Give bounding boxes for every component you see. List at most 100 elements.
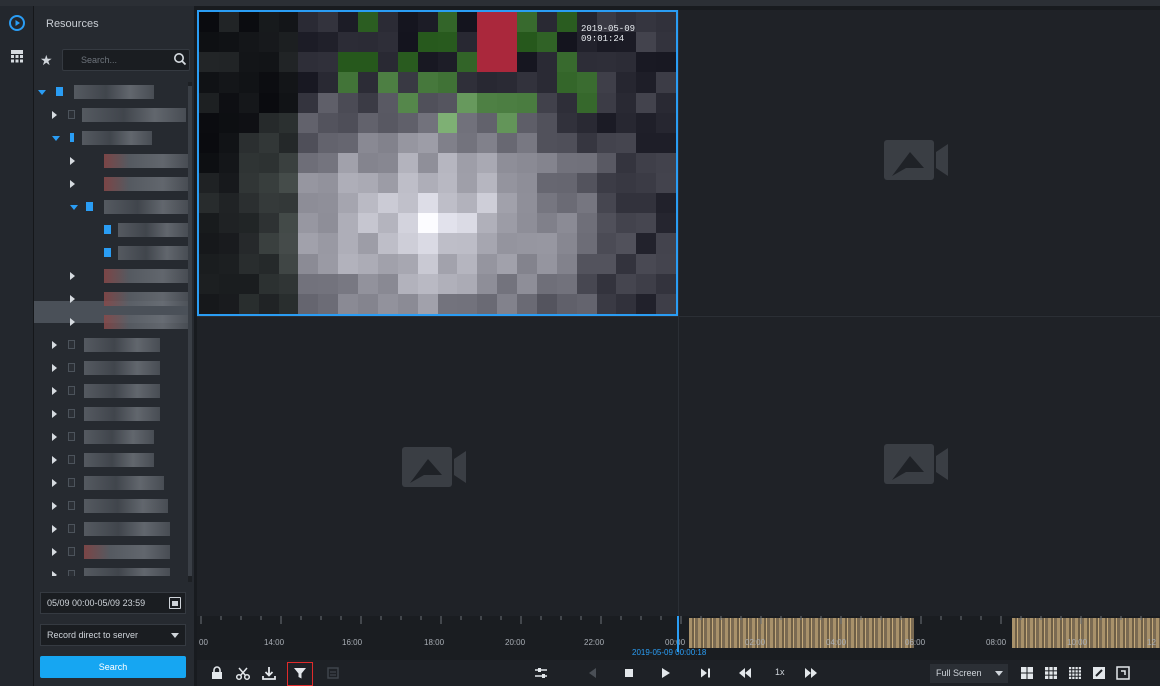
expand-icon[interactable]	[52, 571, 57, 576]
tree-node[interactable]	[34, 243, 190, 263]
node-checkbox[interactable]	[68, 409, 75, 418]
node-checkbox[interactable]	[104, 225, 111, 234]
expand-icon[interactable]	[70, 318, 75, 326]
expand-icon[interactable]	[70, 272, 75, 280]
node-label-blurred	[84, 407, 160, 421]
record-source-select[interactable]: Record direct to server	[40, 624, 186, 646]
speed-label[interactable]: 1x	[775, 667, 785, 677]
timeline-cursor[interactable]	[677, 616, 679, 652]
video-window-4[interactable]	[679, 316, 1160, 616]
tree-node[interactable]	[34, 496, 190, 516]
expand-icon[interactable]	[52, 479, 57, 487]
node-checkbox[interactable]	[68, 386, 75, 395]
expand-icon[interactable]	[52, 410, 57, 418]
tree-node[interactable]	[34, 220, 190, 240]
layout-16-icon[interactable]	[1067, 665, 1083, 681]
tree-node[interactable]	[34, 312, 190, 332]
video-window-3[interactable]	[197, 317, 678, 616]
node-checkbox[interactable]	[56, 87, 63, 96]
layout-9-icon[interactable]	[1043, 665, 1059, 681]
star-icon[interactable]: ★	[40, 51, 53, 69]
node-checkbox[interactable]	[68, 501, 75, 510]
playback-timeline[interactable]: 00 14:00 16:00 18:00 20:00 22:00 00:00 0…	[197, 616, 1160, 660]
expand-icon[interactable]	[52, 341, 57, 349]
grid-icon[interactable]	[8, 48, 26, 66]
expand-icon[interactable]	[52, 433, 57, 441]
device-tree[interactable]	[34, 82, 190, 576]
fast-icon[interactable]	[803, 665, 819, 681]
tree-node[interactable]	[34, 519, 190, 539]
node-checkbox[interactable]	[68, 570, 75, 576]
tree-node[interactable]	[34, 82, 190, 102]
node-checkbox[interactable]	[68, 110, 75, 119]
node-checkbox[interactable]	[68, 455, 75, 464]
node-checkbox[interactable]	[68, 432, 75, 441]
download-icon[interactable]	[261, 665, 277, 681]
expand-icon[interactable]	[70, 295, 75, 303]
tree-node[interactable]	[34, 358, 190, 378]
camera-placeholder-icon	[884, 138, 950, 184]
tree-node[interactable]	[34, 105, 190, 125]
video-window-2[interactable]	[679, 10, 1160, 315]
lock-icon[interactable]	[209, 665, 225, 681]
expand-icon[interactable]	[38, 90, 46, 95]
expand-icon[interactable]	[52, 387, 57, 395]
expand-icon[interactable]	[52, 548, 57, 556]
tree-node[interactable]	[34, 473, 190, 493]
timeline-label: 22:00	[584, 638, 605, 647]
tree-node[interactable]	[34, 565, 190, 576]
search-button[interactable]: Search	[40, 656, 186, 678]
tree-node[interactable]	[34, 542, 190, 562]
node-checkbox[interactable]	[68, 524, 75, 533]
expand-icon[interactable]	[70, 205, 78, 210]
node-checkbox[interactable]	[70, 133, 74, 142]
tree-node[interactable]	[34, 266, 190, 286]
node-checkbox[interactable]	[104, 248, 111, 257]
node-checkbox[interactable]	[68, 478, 75, 487]
custom-layout-icon[interactable]	[1091, 665, 1107, 681]
expand-icon[interactable]	[52, 525, 57, 533]
tree-node[interactable]	[34, 427, 190, 447]
tree-node[interactable]	[34, 335, 190, 355]
timeline-label: 14:00	[264, 638, 285, 647]
search-icon[interactable]	[173, 52, 187, 71]
tree-node[interactable]	[34, 381, 190, 401]
date-range-field[interactable]: 05/09 00:00-05/09 23:59	[40, 592, 186, 614]
slow-icon[interactable]	[737, 665, 753, 681]
next-frame-icon[interactable]	[697, 665, 713, 681]
tree-node[interactable]	[34, 174, 190, 194]
stop-icon[interactable]	[621, 665, 637, 681]
tree-node[interactable]	[34, 450, 190, 470]
expand-icon[interactable]	[70, 157, 75, 165]
timeline-label: 16:00	[342, 638, 363, 647]
filter-icon[interactable]	[292, 665, 308, 681]
expand-icon[interactable]	[52, 136, 60, 141]
search-input[interactable]: Search...	[62, 49, 190, 71]
node-checkbox[interactable]	[68, 547, 75, 556]
node-checkbox[interactable]	[86, 202, 93, 211]
tree-node[interactable]	[34, 289, 190, 309]
node-checkbox[interactable]	[68, 340, 75, 349]
tree-node[interactable]	[34, 404, 190, 424]
tree-scroll-thumb[interactable]	[188, 86, 192, 576]
expand-icon[interactable]	[52, 111, 57, 119]
playback-icon[interactable]	[8, 14, 26, 32]
play-icon[interactable]	[657, 665, 673, 681]
expand-icon[interactable]	[52, 364, 57, 372]
scissors-icon[interactable]	[235, 665, 251, 681]
fullscreen-icon[interactable]	[1115, 665, 1131, 681]
calendar-icon[interactable]	[169, 597, 181, 609]
layout-4-icon[interactable]	[1019, 665, 1035, 681]
tree-node[interactable]	[34, 197, 190, 217]
fullscreen-select[interactable]: Full Screen	[930, 664, 1008, 683]
timeline-label: 04:00	[826, 638, 847, 647]
video-window-1[interactable]: 2019-05-09 09:01:24	[197, 10, 678, 316]
expand-icon[interactable]	[52, 456, 57, 464]
tree-node[interactable]	[34, 151, 190, 171]
settings-icon[interactable]	[533, 665, 549, 681]
expand-icon[interactable]	[52, 502, 57, 510]
expand-icon[interactable]	[70, 180, 75, 188]
node-label-blurred	[104, 269, 188, 283]
tree-node[interactable]	[34, 128, 190, 148]
node-checkbox[interactable]	[68, 363, 75, 372]
